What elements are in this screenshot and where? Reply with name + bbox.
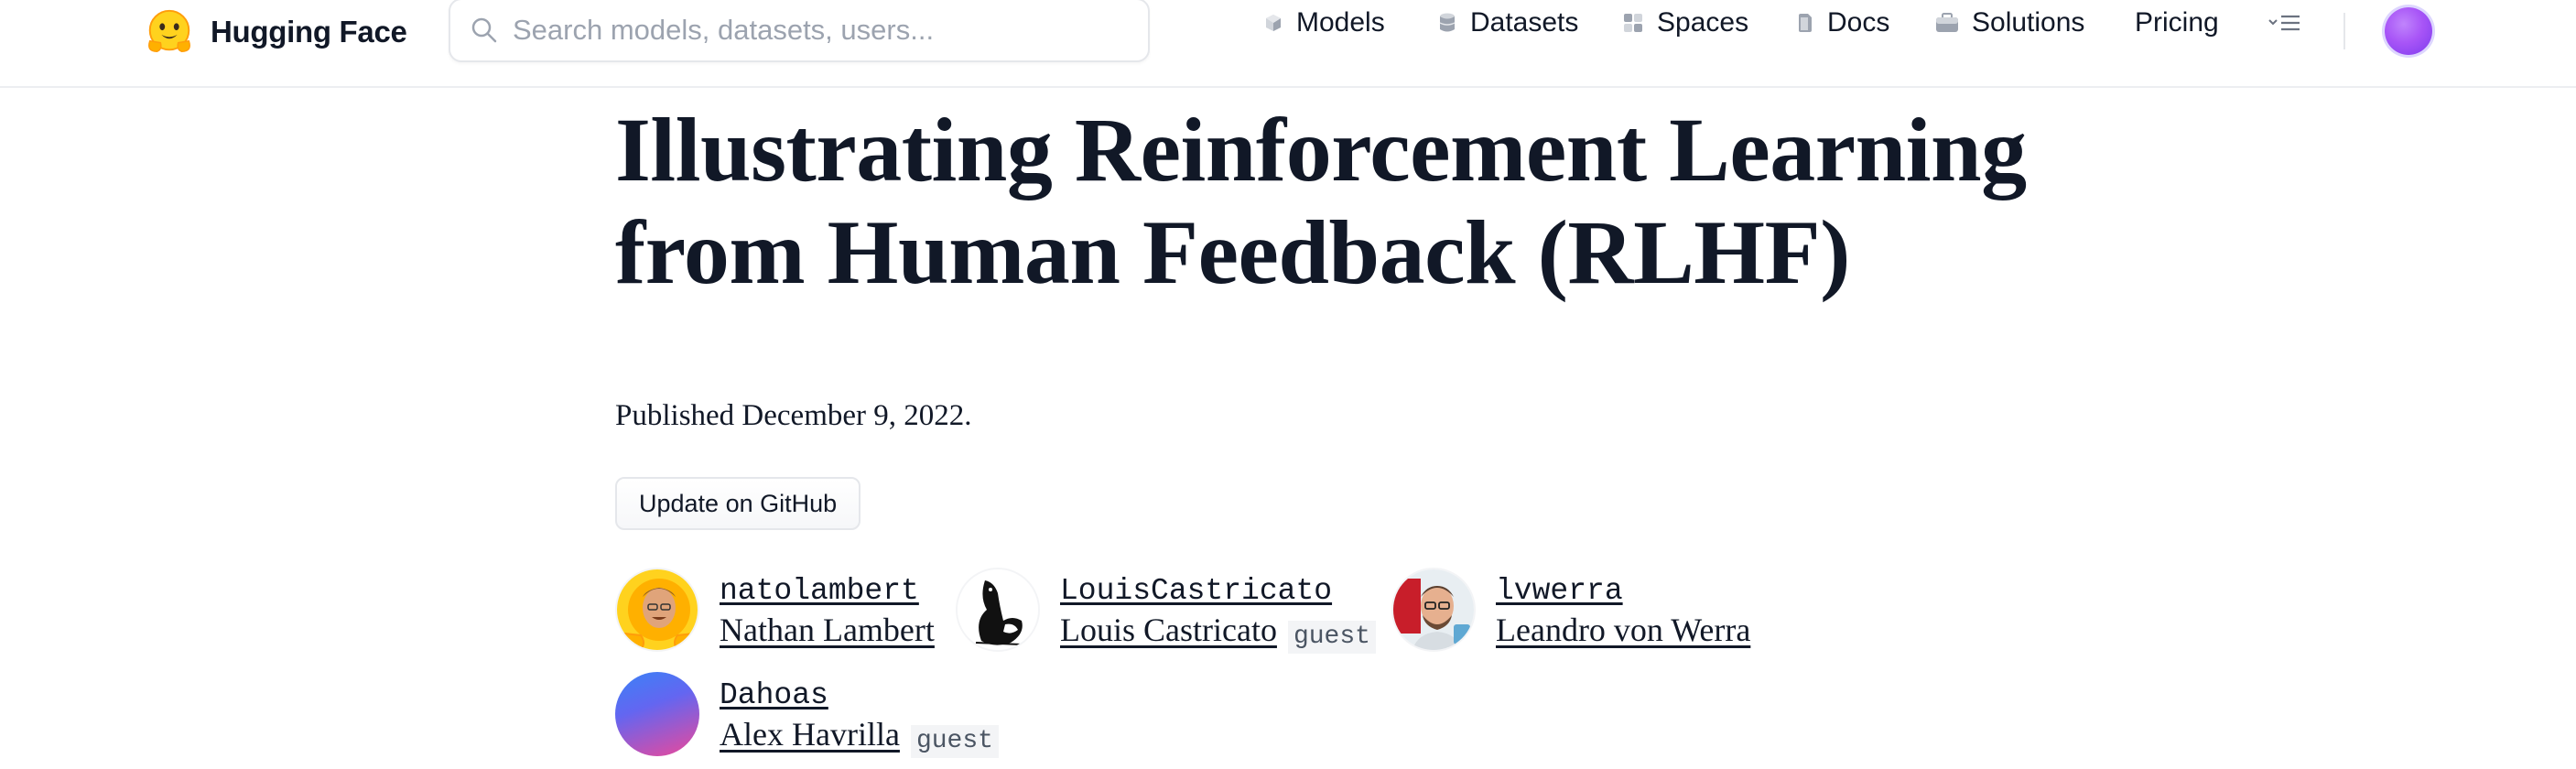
home-logo-link[interactable]: Hugging Face	[143, 5, 407, 59]
author-username[interactable]: natolambert	[720, 573, 935, 610]
author-avatar[interactable]	[615, 568, 699, 652]
nav-solutions[interactable]: Solutions	[1935, 0, 2084, 46]
top-navbar: Hugging Face Models Datasets Spac	[0, 0, 2576, 88]
author-username[interactable]: LouisCastricato	[1060, 573, 1376, 610]
hugging-face-emoji-icon	[148, 9, 190, 52]
guest-badge: guest	[1287, 620, 1376, 654]
chevron-menu-icon	[2268, 15, 2300, 31]
author-avatar[interactable]	[1391, 568, 1476, 652]
author-username[interactable]: Dahoas	[720, 677, 999, 714]
author-fullname[interactable]: Nathan Lambert	[720, 612, 935, 648]
article-title-line1: Illustrating Reinforcement Learning	[615, 99, 2027, 200]
nav-divider	[2343, 13, 2345, 49]
nav-docs[interactable]: Docs	[1796, 0, 1889, 46]
user-avatar[interactable]	[2385, 7, 2432, 55]
author-dahoas: Dahoas Alex Havrilla guest	[615, 672, 999, 758]
author-avatar[interactable]	[956, 568, 1040, 652]
nav-spaces[interactable]: Spaces	[1622, 0, 1748, 46]
update-on-github-button[interactable]: Update on GitHub	[615, 477, 861, 530]
author-natolambert: natolambert Nathan Lambert	[615, 568, 935, 652]
nav-docs-label: Docs	[1827, 7, 1890, 38]
doc-icon	[1799, 14, 1812, 32]
author-lvwerra: lvwerra Leandro von Werra	[1391, 568, 1750, 652]
photo-avatar-icon	[1393, 569, 1474, 650]
article-title-line2: from Human Feedback (RLHF)	[615, 201, 1850, 303]
grid-icon	[1624, 14, 1642, 32]
more-menu-button[interactable]	[2267, 0, 2316, 46]
sketch-avatar-icon	[958, 569, 1038, 650]
briefcase-icon	[1936, 13, 1958, 32]
nav-pricing-label: Pricing	[2135, 7, 2219, 38]
publish-date: Published December 9, 2022.	[615, 399, 972, 432]
nav-pricing[interactable]: Pricing	[2135, 0, 2219, 46]
search-bar[interactable]	[449, 0, 1150, 62]
hugging-face-avatar-icon	[617, 569, 698, 650]
author-username[interactable]: lvwerra	[1496, 573, 1750, 610]
nav-models-label: Models	[1296, 7, 1385, 38]
search-icon	[471, 17, 497, 43]
cube-icon	[1266, 15, 1281, 31]
author-fullname[interactable]: Louis Castricato	[1060, 612, 1277, 648]
author-fullname[interactable]: Leandro von Werra	[1496, 612, 1750, 648]
author-louiscastricato: LouisCastricato Louis Castricato guest	[956, 568, 1376, 654]
brand-name: Hugging Face	[211, 15, 407, 49]
search-input[interactable]	[511, 13, 1119, 48]
nav-spaces-label: Spaces	[1657, 7, 1749, 38]
guest-badge: guest	[910, 724, 999, 758]
database-icon	[1439, 13, 1456, 32]
article-title: Illustrating Reinforcement Learning from…	[615, 99, 2171, 304]
nav-solutions-label: Solutions	[1972, 7, 2085, 38]
author-fullname[interactable]: Alex Havrilla	[720, 716, 900, 753]
nav-models[interactable]: Models	[1263, 0, 1385, 46]
nav-datasets[interactable]: Datasets	[1437, 0, 1578, 46]
nav-datasets-label: Datasets	[1470, 7, 1579, 38]
author-avatar[interactable]	[615, 672, 699, 756]
